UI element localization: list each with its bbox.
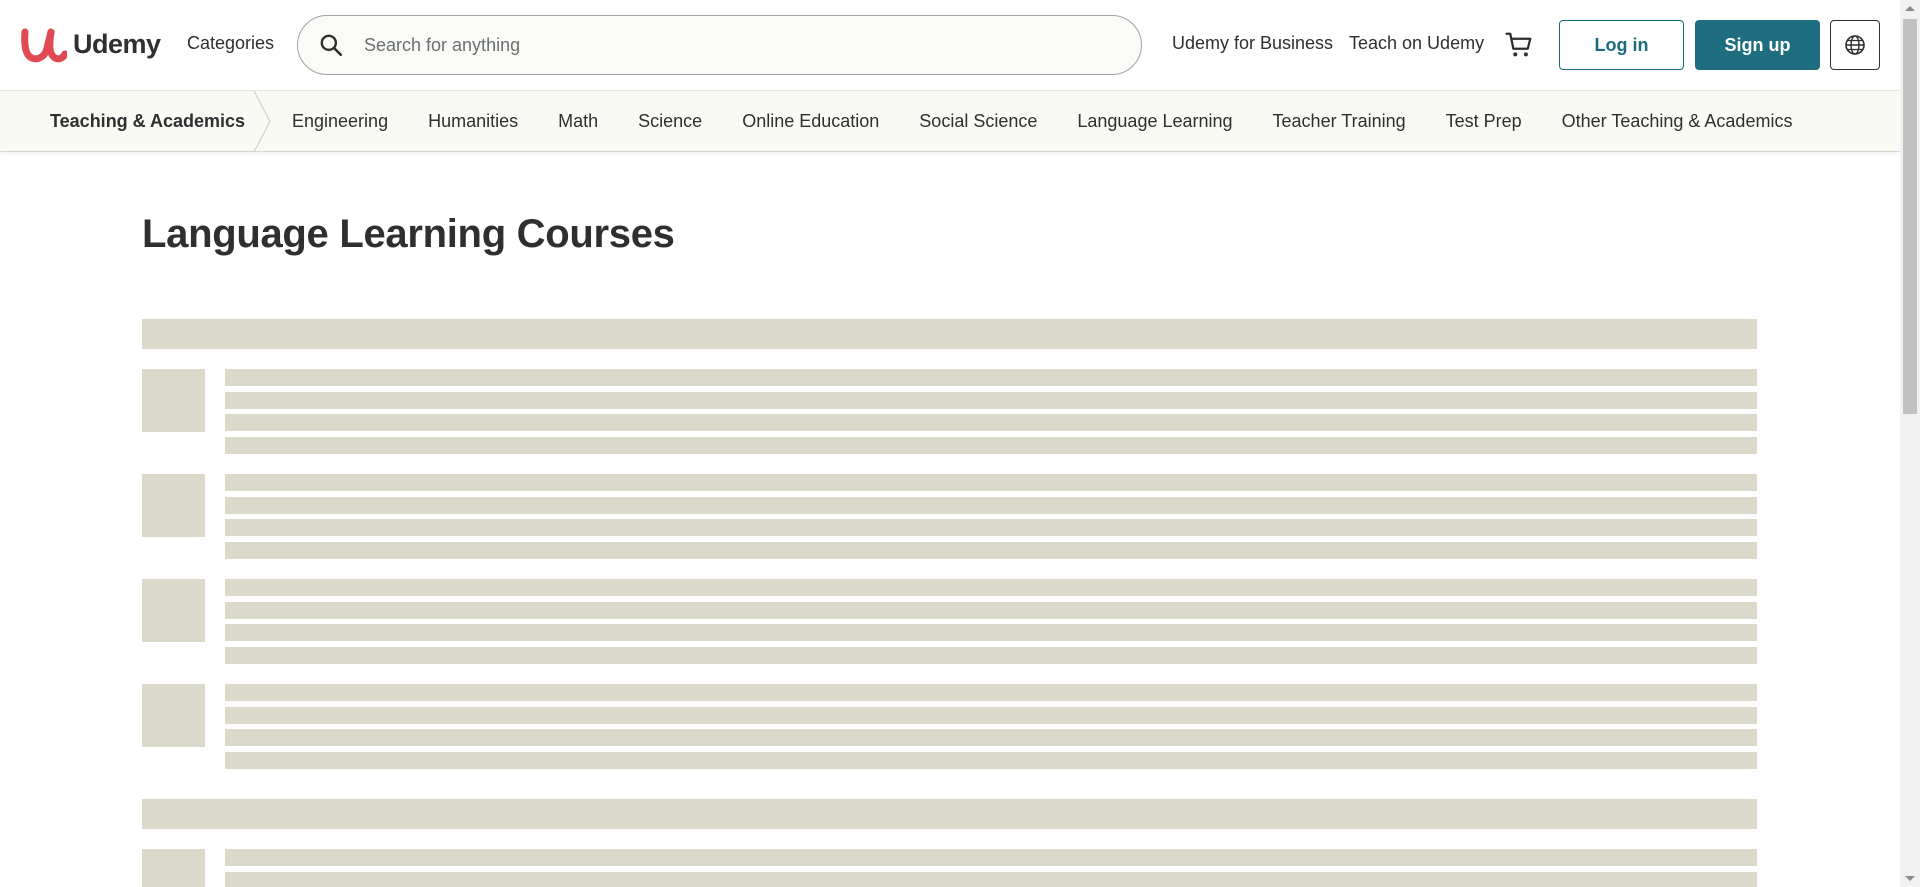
subnav-item-language-learning[interactable]: Language Learning: [1077, 111, 1232, 132]
top-header: Udemy Categories Udemy for Business Teac…: [0, 0, 1900, 90]
teach-on-udemy-link[interactable]: Teach on Udemy: [1349, 33, 1484, 54]
subnav-item-other-teaching-academics[interactable]: Other Teaching & Academics: [1562, 111, 1793, 132]
skeleton-line: [225, 392, 1757, 409]
skeleton-line: [225, 752, 1757, 769]
log-in-button[interactable]: Log in: [1559, 20, 1684, 70]
subnav-items: Engineering Humanities Math Science Onli…: [292, 111, 1832, 132]
skeleton-line: [225, 579, 1757, 596]
skeleton-header-bar: [142, 799, 1757, 829]
subnav-item-science[interactable]: Science: [638, 111, 702, 132]
skeleton-line: [225, 707, 1757, 724]
udemy-for-business-link[interactable]: Udemy for Business: [1172, 33, 1333, 54]
globe-icon: [1845, 35, 1865, 55]
skeleton-header-bar: [142, 319, 1757, 349]
vertical-scrollbar[interactable]: [1900, 0, 1920, 887]
skeleton-line: [225, 872, 1757, 887]
skeleton-line: [225, 437, 1757, 454]
skeleton-line: [225, 474, 1757, 491]
skeleton-line: [225, 624, 1757, 641]
category-subnav: Teaching & Academics Engineering Humanit…: [0, 90, 1900, 152]
skeleton-line: [225, 602, 1757, 619]
search-input[interactable]: [362, 25, 1122, 65]
udemy-logo[interactable]: Udemy: [19, 24, 161, 64]
skeleton-thumbnail: [142, 369, 205, 432]
scroll-thumb[interactable]: [1903, 19, 1917, 414]
subnav-item-test-prep[interactable]: Test Prep: [1446, 111, 1522, 132]
scroll-down-arrow-icon[interactable]: [1905, 876, 1915, 881]
skeleton-thumbnail: [142, 579, 205, 642]
skeleton-line: [225, 369, 1757, 386]
skeleton-line: [225, 542, 1757, 559]
skeleton-thumbnail: [142, 849, 205, 887]
skeleton-thumbnail: [142, 684, 205, 747]
skeleton-thumbnail: [142, 474, 205, 537]
cart-icon[interactable]: [1504, 30, 1534, 60]
subnav-item-online-education[interactable]: Online Education: [742, 111, 879, 132]
search-icon[interactable]: [318, 32, 344, 58]
logo-text: Udemy: [73, 28, 161, 59]
language-button[interactable]: [1830, 20, 1880, 70]
sign-up-button[interactable]: Sign up: [1695, 20, 1820, 70]
search-bar[interactable]: [297, 15, 1142, 75]
skeleton-line: [225, 849, 1757, 866]
chevron-right-icon: [253, 91, 271, 152]
skeleton-line: [225, 414, 1757, 431]
udemy-logo-mark-icon: [21, 28, 67, 63]
skeleton-line: [225, 684, 1757, 701]
subnav-item-teacher-training[interactable]: Teacher Training: [1273, 111, 1406, 132]
subnav-current-category[interactable]: Teaching & Academics: [50, 111, 245, 132]
page-title: Language Learning Courses: [142, 212, 675, 256]
skeleton-line: [225, 729, 1757, 746]
skeleton-line: [225, 647, 1757, 664]
subnav-item-humanities[interactable]: Humanities: [428, 111, 518, 132]
scroll-up-arrow-icon[interactable]: [1905, 6, 1915, 11]
subnav-item-social-science[interactable]: Social Science: [919, 111, 1037, 132]
subnav-item-engineering[interactable]: Engineering: [292, 111, 388, 132]
skeleton-line: [225, 497, 1757, 514]
subnav-item-math[interactable]: Math: [558, 111, 598, 132]
categories-menu[interactable]: Categories: [187, 33, 274, 54]
skeleton-line: [225, 519, 1757, 536]
